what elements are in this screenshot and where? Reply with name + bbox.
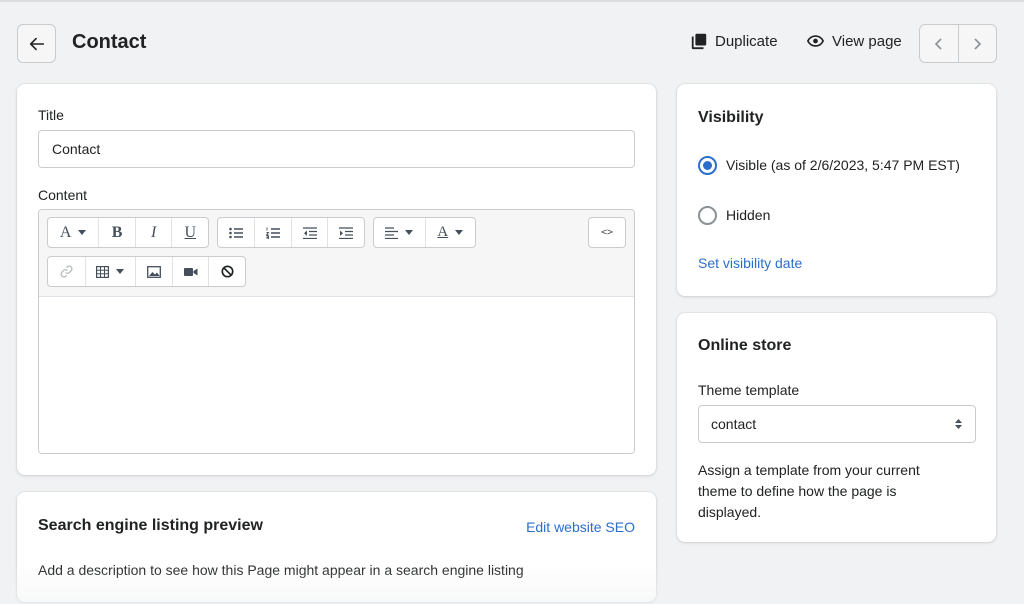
seo-preview-card: Search engine listing preview Edit websi… <box>17 492 656 602</box>
radio-selected-dot <box>703 161 712 170</box>
edit-website-seo-link[interactable]: Edit website SEO <box>526 519 635 535</box>
hidden-radio[interactable] <box>698 206 717 225</box>
editor-toolbar: A B I U A <> <box>39 210 634 297</box>
video-icon <box>183 267 198 276</box>
outdent-button[interactable] <box>290 218 328 247</box>
insert-image-button[interactable] <box>135 257 172 286</box>
font-style-dropdown[interactable]: A <box>48 218 98 247</box>
arrow-left-icon <box>29 37 44 50</box>
hidden-option-label: Hidden <box>726 207 771 223</box>
previous-page-button[interactable] <box>920 25 958 62</box>
seo-heading: Search engine listing preview <box>38 517 263 534</box>
insert-table-dropdown[interactable] <box>84 257 135 286</box>
image-icon <box>146 265 161 278</box>
chevron-down-icon <box>116 269 125 274</box>
page-pagination <box>919 24 997 63</box>
set-visibility-date-link[interactable]: Set visibility date <box>698 255 802 271</box>
clear-formatting-button[interactable] <box>208 257 245 286</box>
eye-icon <box>806 35 825 47</box>
select-arrows-icon <box>955 419 962 429</box>
editor-body[interactable] <box>39 297 634 453</box>
html-toggle-group: <> <box>588 217 626 248</box>
visible-radio[interactable] <box>698 156 717 175</box>
online-store-heading: Online store <box>698 337 792 354</box>
numbered-list-button[interactable] <box>254 218 291 247</box>
title-label: Title <box>38 107 64 123</box>
list-indent-group <box>217 217 365 248</box>
align-left-icon <box>385 226 399 239</box>
text-color-glyph: A <box>437 224 449 240</box>
theme-template-label: Theme template <box>698 382 800 398</box>
online-store-card: Online store Theme template contact Assi… <box>677 313 996 542</box>
page-content-card: Title Contact Content A B I U A <> <box>17 84 656 475</box>
show-html-button[interactable]: <> <box>589 218 625 247</box>
align-color-group: A <box>373 217 476 248</box>
duplicate-button[interactable]: Duplicate <box>690 32 778 50</box>
numbered-list-icon <box>266 227 281 239</box>
content-label: Content <box>38 187 88 203</box>
visibility-heading: Visibility <box>698 109 764 126</box>
duplicate-icon <box>691 33 707 50</box>
chevron-left-icon <box>934 37 942 50</box>
chevron-down-icon <box>455 230 464 235</box>
underline-button[interactable]: U <box>171 218 208 247</box>
hidden-option[interactable]: Hidden <box>698 205 770 226</box>
bullet-list-button[interactable] <box>218 218 254 247</box>
title-input[interactable]: Contact <box>38 130 635 168</box>
chevron-down-icon <box>78 230 87 235</box>
theme-template-value: contact <box>711 416 757 432</box>
bold-button[interactable]: B <box>98 218 135 247</box>
visible-option[interactable]: Visible (as of 2/6/2023, 5:47 PM EST) <box>698 155 968 176</box>
outdent-icon <box>302 226 317 239</box>
visibility-card: Visibility Visible (as of 2/6/2023, 5:47… <box>677 84 996 296</box>
view-page-label: View page <box>832 32 902 50</box>
italic-button[interactable]: I <box>134 218 172 247</box>
page-title: Contact <box>72 31 147 53</box>
rich-text-editor: A B I U A <> <box>38 209 635 454</box>
theme-template-help-text: Assign a template from your current them… <box>698 462 920 520</box>
alignment-dropdown[interactable] <box>374 218 425 247</box>
theme-template-select[interactable]: contact <box>698 405 976 443</box>
insert-link-button[interactable] <box>48 257 85 286</box>
table-icon <box>96 265 110 278</box>
font-style-glyph: A <box>59 223 72 241</box>
back-button[interactable] <box>17 24 56 63</box>
next-page-button[interactable] <box>957 25 997 62</box>
chevron-down-icon <box>405 230 414 235</box>
indent-icon <box>339 226 354 239</box>
chevron-right-icon <box>974 37 982 50</box>
text-color-dropdown[interactable]: A <box>424 218 476 247</box>
text-format-group: A B I U <box>47 217 209 248</box>
visible-option-label: Visible (as of 2/6/2023, 5:47 PM EST) <box>726 157 960 173</box>
seo-description: Add a description to see how this Page m… <box>38 562 524 578</box>
view-page-button[interactable]: View page <box>806 32 902 50</box>
indent-button[interactable] <box>327 218 364 247</box>
insert-video-button[interactable] <box>171 257 209 286</box>
duplicate-label: Duplicate <box>715 32 778 50</box>
link-icon <box>60 265 73 278</box>
insert-group <box>47 256 246 287</box>
clear-formatting-icon <box>221 265 234 278</box>
bullet-list-icon <box>229 227 244 238</box>
